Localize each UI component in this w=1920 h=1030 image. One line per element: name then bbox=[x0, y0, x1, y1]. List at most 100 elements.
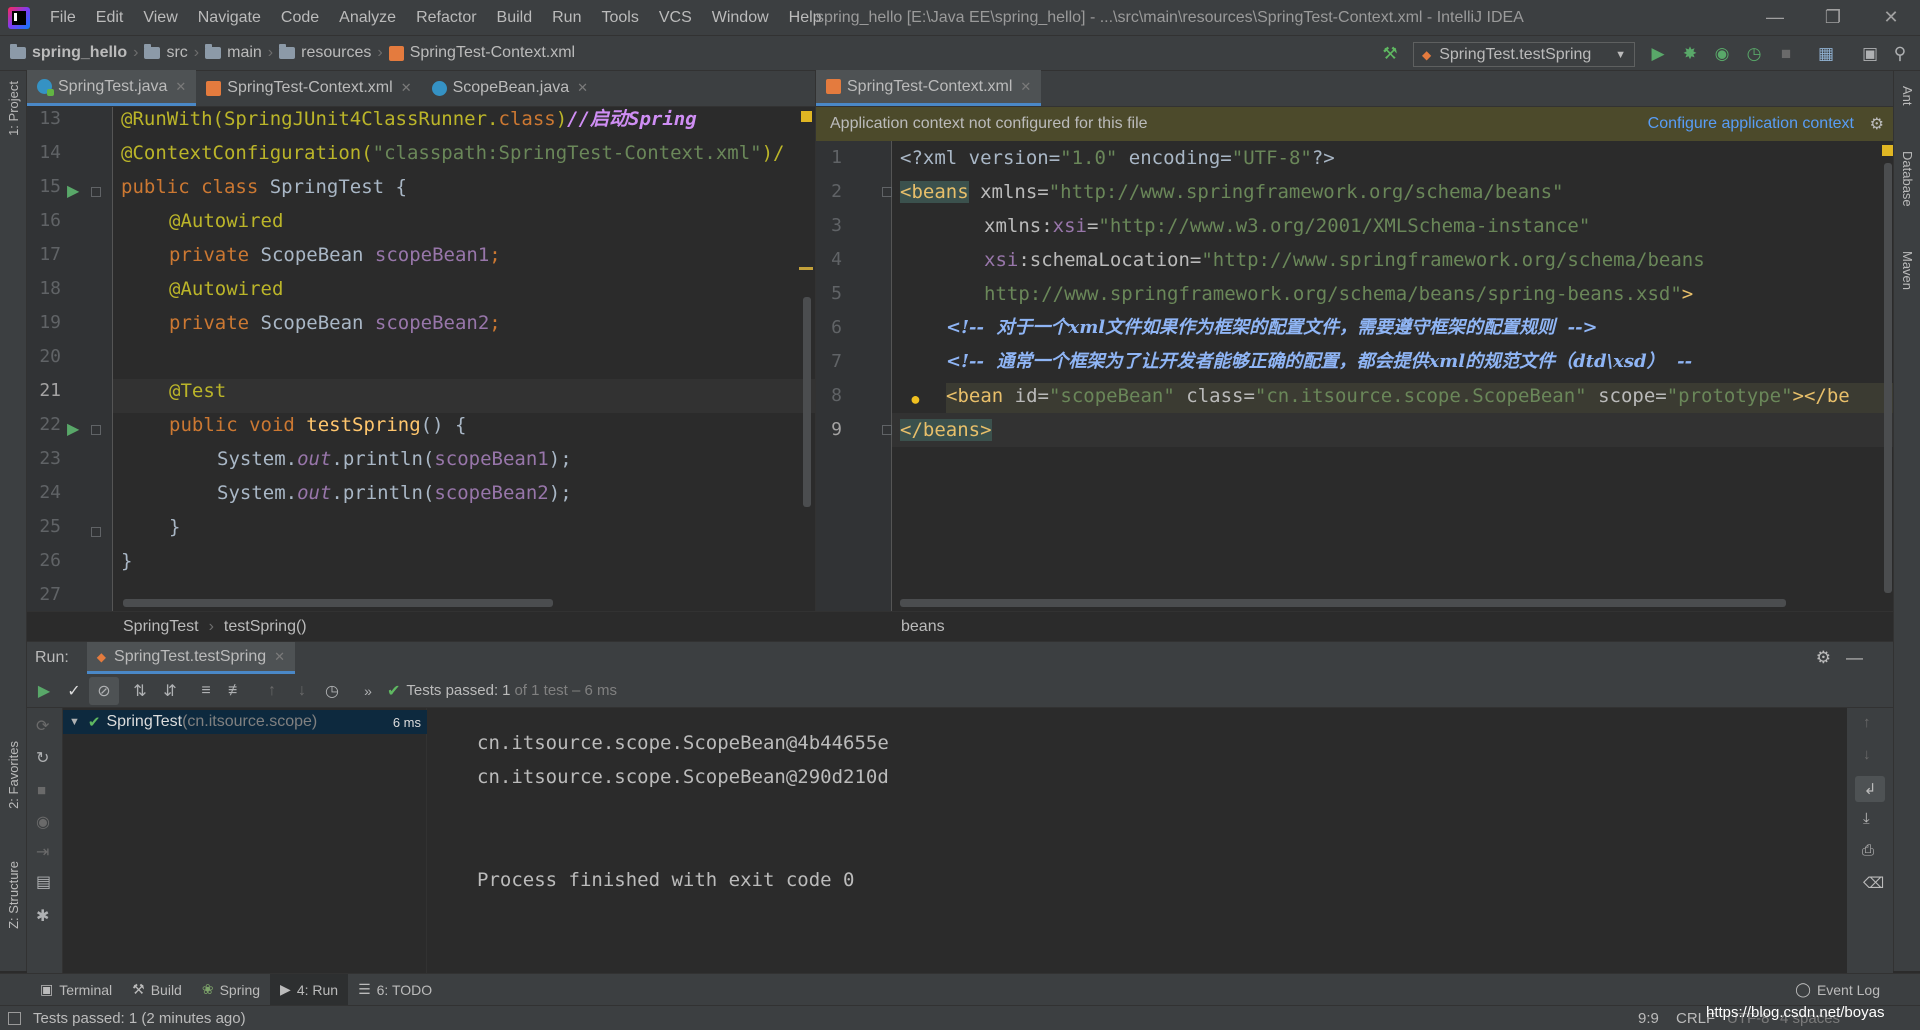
menu-view[interactable]: View bbox=[133, 0, 187, 35]
layout-icon[interactable]: ▤ bbox=[36, 872, 51, 892]
test-tree-row[interactable]: ▼ ✔ SpringTest (cn.itsource.scope) 6 ms bbox=[63, 710, 427, 734]
tab-right-springtest-context-xml[interactable]: SpringTest-Context.xml ✕ bbox=[816, 70, 1042, 106]
minimize-button[interactable]: — bbox=[1746, 0, 1804, 35]
fold-icon[interactable] bbox=[882, 187, 892, 197]
soft-wrap-icon[interactable]: ↲ bbox=[1855, 776, 1885, 802]
breadcrumb-src[interactable]: src › bbox=[144, 44, 199, 62]
gear-icon[interactable]: ⚙ bbox=[1816, 648, 1831, 668]
run-gutter-icon[interactable]: ▶ bbox=[67, 181, 79, 201]
coverage-icon[interactable]: ◉ bbox=[1712, 44, 1732, 64]
menu-analyze[interactable]: Analyze bbox=[329, 0, 406, 35]
crumb-class[interactable]: SpringTest bbox=[123, 618, 199, 636]
horizontal-scrollbar[interactable] bbox=[900, 599, 1786, 607]
maven-tool-tab[interactable]: Maven bbox=[1900, 251, 1915, 290]
tab-springtest-context-xml[interactable]: SpringTest-Context.xml ✕ bbox=[196, 70, 421, 106]
configure-context-link[interactable]: Configure application context bbox=[1648, 115, 1854, 133]
gear-icon[interactable]: ⚙ bbox=[1870, 114, 1884, 134]
crumb-method[interactable]: testSpring() bbox=[224, 618, 307, 636]
menu-window[interactable]: Window bbox=[702, 0, 779, 35]
lightbulb-icon[interactable]: ● bbox=[910, 389, 921, 410]
breadcrumb-main[interactable]: main › bbox=[205, 44, 273, 62]
terminal-tab[interactable]: ▣ Terminal bbox=[30, 974, 122, 1006]
close-window-button[interactable]: ✕ bbox=[1862, 0, 1920, 35]
clear-all-icon[interactable]: ⌫ bbox=[1863, 874, 1884, 892]
close-tab-icon[interactable]: ✕ bbox=[401, 80, 412, 96]
next-test-icon[interactable]: ↓ bbox=[287, 677, 317, 705]
sort-alpha-icon[interactable]: ⇅ bbox=[125, 677, 155, 705]
pin-icon[interactable]: ✱ bbox=[36, 906, 49, 926]
xml-editor[interactable]: Application context not configured for t… bbox=[815, 107, 1893, 611]
menu-vcs[interactable]: VCS bbox=[649, 0, 702, 35]
print-icon[interactable]: ⎙ bbox=[1862, 842, 1874, 859]
run-icon[interactable]: ▶ bbox=[1648, 44, 1668, 64]
more-icon[interactable]: » bbox=[353, 677, 383, 705]
expand-all-icon[interactable]: ≡ bbox=[191, 677, 221, 705]
menu-file[interactable]: File bbox=[40, 0, 86, 35]
structure-tool-tab[interactable]: Z: Structure bbox=[6, 861, 21, 929]
build-tab[interactable]: ⚒ Build bbox=[122, 974, 192, 1006]
breadcrumb-project[interactable]: spring_hello › bbox=[10, 44, 138, 62]
export-icon[interactable]: ⇥ bbox=[36, 842, 49, 862]
database-tool-tab[interactable]: Database bbox=[1900, 151, 1915, 207]
close-tab-icon[interactable]: ✕ bbox=[577, 80, 588, 96]
menu-code[interactable]: Code bbox=[271, 0, 329, 35]
project-tool-tab[interactable]: 1: Project bbox=[6, 81, 21, 136]
layout-icon[interactable]: ▣ bbox=[1860, 44, 1880, 64]
vertical-scrollbar[interactable] bbox=[1884, 163, 1892, 593]
rerun-failed-icon[interactable]: ⟳ bbox=[36, 716, 49, 736]
fold-icon[interactable] bbox=[91, 187, 101, 197]
collapse-all-icon[interactable]: ≢ bbox=[221, 677, 251, 705]
vertical-scrollbar[interactable] bbox=[803, 297, 811, 507]
inspection-warning-icon[interactable] bbox=[801, 111, 812, 122]
chevron-down-icon[interactable]: ▼ bbox=[69, 716, 80, 728]
tab-scopebean-java[interactable]: ScopeBean.java ✕ bbox=[422, 70, 598, 106]
fold-icon[interactable] bbox=[882, 425, 892, 435]
scroll-down-icon[interactable]: ↓ bbox=[1863, 746, 1871, 763]
menu-tools[interactable]: Tools bbox=[591, 0, 648, 35]
fold-icon[interactable] bbox=[91, 527, 101, 537]
menu-run[interactable]: Run bbox=[542, 0, 591, 35]
sort-duration-icon[interactable]: ⇵ bbox=[155, 677, 185, 705]
project-structure-icon[interactable]: ▦ bbox=[1816, 44, 1836, 64]
profile-icon[interactable]: ◷ bbox=[1744, 44, 1764, 64]
show-ignored-icon[interactable]: ⊘ bbox=[89, 676, 119, 705]
scroll-up-icon[interactable]: ↑ bbox=[1863, 714, 1871, 731]
restore-button[interactable]: ❐ bbox=[1804, 0, 1862, 35]
history-icon[interactable]: ◷ bbox=[317, 677, 347, 705]
breadcrumb-resources[interactable]: resources › bbox=[279, 44, 383, 62]
inspection-warning-icon[interactable] bbox=[1882, 145, 1893, 156]
run-configuration-select[interactable]: ◆ SpringTest.testSpring ▼ bbox=[1413, 42, 1635, 67]
run-tab[interactable]: ◆ SpringTest.testSpring ✕ bbox=[86, 642, 296, 674]
close-tab-icon[interactable]: ✕ bbox=[274, 649, 285, 665]
fold-icon[interactable] bbox=[91, 425, 101, 435]
todo-tab[interactable]: ☰ 6: TODO bbox=[348, 974, 442, 1006]
tab-springtest-java[interactable]: SpringTest.java ✕ bbox=[27, 70, 197, 106]
status-message[interactable]: Tests passed: 1 (2 minutes ago) bbox=[33, 1010, 246, 1027]
java-editor[interactable]: 13 14 15 16 17 18 19 20 21 22 23 24 25 2… bbox=[27, 107, 815, 611]
caret-position[interactable]: 9:9 bbox=[1638, 1010, 1659, 1027]
debug-icon[interactable]: ✸ bbox=[1680, 44, 1700, 64]
search-icon[interactable]: ⚲ bbox=[1890, 44, 1910, 64]
warning-stripe[interactable] bbox=[799, 267, 813, 270]
menu-navigate[interactable]: Navigate bbox=[188, 0, 271, 35]
stop-icon[interactable]: ■ bbox=[1776, 44, 1796, 64]
show-passed-icon[interactable]: ✓ bbox=[59, 677, 89, 705]
spring-tab[interactable]: ❀ Spring bbox=[192, 974, 270, 1006]
toggle-tool-windows-icon[interactable] bbox=[8, 1011, 21, 1025]
horizontal-scrollbar[interactable] bbox=[123, 599, 553, 607]
build-hammer-icon[interactable]: ⚒ bbox=[1380, 44, 1400, 64]
toggle-auto-test-icon[interactable]: ↻ bbox=[36, 748, 49, 768]
camera-icon[interactable]: ◉ bbox=[36, 812, 50, 832]
breadcrumb-file[interactable]: SpringTest-Context.xml bbox=[388, 44, 575, 62]
run-test-gutter-icon[interactable]: ▶ bbox=[67, 419, 79, 439]
favorites-tool-tab[interactable]: 2: Favorites bbox=[6, 741, 21, 809]
crumb-beans[interactable]: beans bbox=[901, 618, 945, 636]
menu-edit[interactable]: Edit bbox=[86, 0, 134, 35]
menu-refactor[interactable]: Refactor bbox=[406, 0, 486, 35]
close-tab-icon[interactable]: ✕ bbox=[1020, 79, 1031, 95]
stop-icon[interactable]: ■ bbox=[37, 782, 46, 799]
console-output[interactable]: cn.itsource.scope.ScopeBean@4b44655e cn.… bbox=[427, 708, 1879, 974]
hide-panel-icon[interactable]: — bbox=[1846, 648, 1863, 668]
menu-build[interactable]: Build bbox=[487, 0, 543, 35]
close-tab-icon[interactable]: ✕ bbox=[175, 79, 186, 95]
